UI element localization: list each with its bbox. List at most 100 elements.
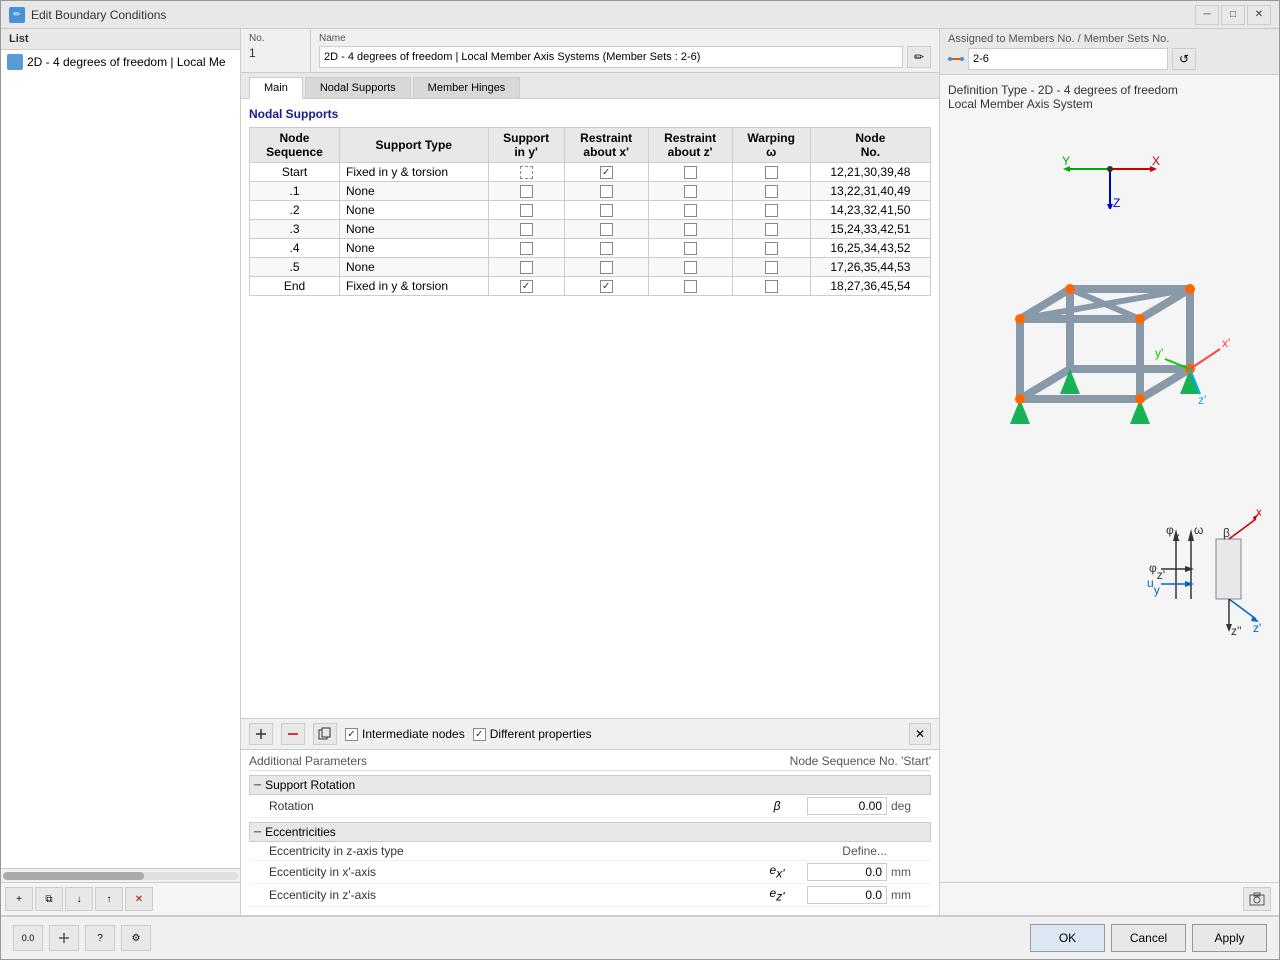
rx-end[interactable] [564,277,648,296]
y-4[interactable] [488,239,564,258]
rotation-value[interactable] [807,797,887,815]
checkbox-w-5[interactable] [765,261,778,274]
rotation-symbol: β [747,799,807,813]
copy-row-button[interactable] [313,723,337,745]
close-button[interactable]: ✕ [1247,5,1271,25]
checkbox-rx-end[interactable] [600,280,613,293]
checkbox-y-1[interactable] [520,185,533,198]
list-item[interactable]: 2D - 4 degrees of freedom | Local Me [1,50,240,74]
w-end[interactable] [732,277,810,296]
assigned-edit-button[interactable]: ↺ [1172,48,1196,70]
checkbox-rz-3[interactable] [684,223,697,236]
y-3[interactable] [488,220,564,239]
w-5[interactable] [732,258,810,277]
horizontal-scrollbar[interactable] [1,868,240,882]
rz-3[interactable] [648,220,732,239]
checkbox-w-3[interactable] [765,223,778,236]
checkbox-y-4[interactable] [520,242,533,255]
intermediate-nodes-checkbox[interactable]: Intermediate nodes [345,727,465,741]
cancel-button[interactable]: Cancel [1111,924,1186,952]
checkbox-y-start[interactable] [520,166,533,179]
checkbox-rx-5[interactable] [600,261,613,274]
support-rotation-header[interactable]: ─ Support Rotation [249,775,931,795]
checkbox-w-start[interactable] [765,166,778,179]
checkbox-rz-start[interactable] [684,166,697,179]
screenshot-button[interactable] [1243,887,1271,911]
different-properties-cb[interactable] [473,728,486,741]
delete-button[interactable]: ✕ [125,887,153,911]
rx-4[interactable] [564,239,648,258]
w-2[interactable] [732,201,810,220]
y-5[interactable] [488,258,564,277]
y-start[interactable] [488,163,564,182]
ok-button[interactable]: OK [1030,924,1105,952]
rz-4[interactable] [648,239,732,258]
checkbox-w-4[interactable] [765,242,778,255]
checkbox-rz-4[interactable] [684,242,697,255]
svg-text:Z: Z [1113,196,1120,209]
assigned-input[interactable] [968,48,1168,70]
rz-start[interactable] [648,163,732,182]
help-button[interactable]: ? [85,925,115,951]
rx-5[interactable] [564,258,648,277]
rz-end[interactable] [648,277,732,296]
import-button[interactable]: ↓ [65,887,93,911]
apply-button[interactable]: Apply [1192,924,1267,952]
type-start: Fixed in y & torsion [339,163,488,182]
checkbox-rz-5[interactable] [684,261,697,274]
intermediate-nodes-cb[interactable] [345,728,358,741]
name-input[interactable] [319,46,903,68]
scrollbar-track [3,872,238,880]
checkbox-rx-start[interactable] [600,166,613,179]
checkbox-y-end[interactable] [520,280,533,293]
checkbox-rx-3[interactable] [600,223,613,236]
checkbox-w-1[interactable] [765,185,778,198]
different-properties-checkbox[interactable]: Different properties [473,727,592,741]
w-1[interactable] [732,182,810,201]
rz-5[interactable] [648,258,732,277]
add-row-button[interactable] [249,723,273,745]
checkbox-w-2[interactable] [765,204,778,217]
tab-main[interactable]: Main [249,77,303,99]
ecc-z-value[interactable] [807,886,887,904]
checkbox-rx-2[interactable] [600,204,613,217]
toolbar-close-button[interactable]: ✕ [909,723,931,745]
maximize-button[interactable]: □ [1221,5,1245,25]
checkbox-rz-2[interactable] [684,204,697,217]
y-end[interactable] [488,277,564,296]
checkbox-w-end[interactable] [765,280,778,293]
settings-button[interactable]: ⚙ [121,925,151,951]
rx-2[interactable] [564,201,648,220]
w-3[interactable] [732,220,810,239]
eccentricities-header[interactable]: ─ Eccentricities [249,822,931,842]
minimize-button[interactable]: ─ [1195,5,1219,25]
checkbox-y-3[interactable] [520,223,533,236]
y-1[interactable] [488,182,564,201]
nodes-4: 16,25,34,43,52 [810,239,930,258]
tab-member-hinges[interactable]: Member Hinges [413,77,521,98]
view-button[interactable] [49,925,79,951]
export-button[interactable]: ↑ [95,887,123,911]
tab-nodal-supports[interactable]: Nodal Supports [305,77,411,98]
checkbox-rz-end[interactable] [684,280,697,293]
checkbox-rx-4[interactable] [600,242,613,255]
checkbox-rx-1[interactable] [600,185,613,198]
svg-text:y': y' [1155,346,1163,360]
w-start[interactable] [732,163,810,182]
ecc-x-value[interactable] [807,863,887,881]
checkbox-y-2[interactable] [520,204,533,217]
rz-2[interactable] [648,201,732,220]
rx-3[interactable] [564,220,648,239]
duplicate-button[interactable]: ⧉ [35,887,63,911]
rx-1[interactable] [564,182,648,201]
edit-name-button[interactable]: ✏ [907,46,931,68]
rx-start[interactable] [564,163,648,182]
w-4[interactable] [732,239,810,258]
add-item-button[interactable]: + [5,887,33,911]
checkbox-y-5[interactable] [520,261,533,274]
checkbox-rz-1[interactable] [684,185,697,198]
y-2[interactable] [488,201,564,220]
rz-1[interactable] [648,182,732,201]
delete-row-button[interactable] [281,723,305,745]
coordinates-button[interactable]: 0.0 [13,925,43,951]
